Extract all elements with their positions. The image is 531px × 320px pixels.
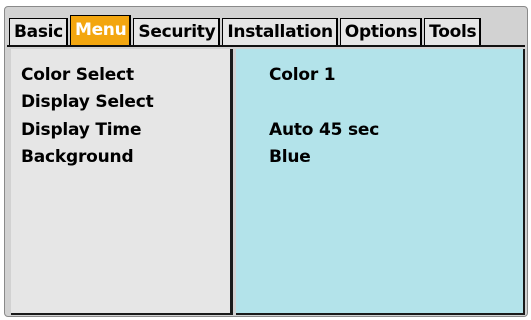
tab-bar: Basic Menu Security Installation Options…: [9, 14, 483, 45]
color-select-value[interactable]: Color 1: [269, 65, 336, 85]
tab-tools[interactable]: Tools: [424, 18, 482, 45]
color-select-label[interactable]: Color Select: [21, 65, 134, 85]
tab-menu[interactable]: Menu: [69, 15, 132, 45]
background-value[interactable]: Blue: [269, 147, 311, 167]
background-label[interactable]: Background: [21, 147, 134, 167]
tab-installation[interactable]: Installation: [222, 18, 338, 45]
tab-options[interactable]: Options: [339, 18, 423, 45]
display-select-label[interactable]: Display Select: [21, 92, 154, 112]
tab-basic[interactable]: Basic: [9, 18, 68, 45]
settings-value-panel: Color 1 Auto 45 sec Blue: [236, 49, 525, 315]
display-time-value[interactable]: Auto 45 sec: [269, 120, 379, 140]
menu-window: Basic Menu Security Installation Options…: [4, 6, 528, 317]
settings-label-panel: Color Select Display Select Display Time…: [11, 49, 233, 315]
tab-security[interactable]: Security: [133, 18, 221, 45]
tab-divider: [7, 45, 525, 47]
display-time-label[interactable]: Display Time: [21, 120, 141, 140]
